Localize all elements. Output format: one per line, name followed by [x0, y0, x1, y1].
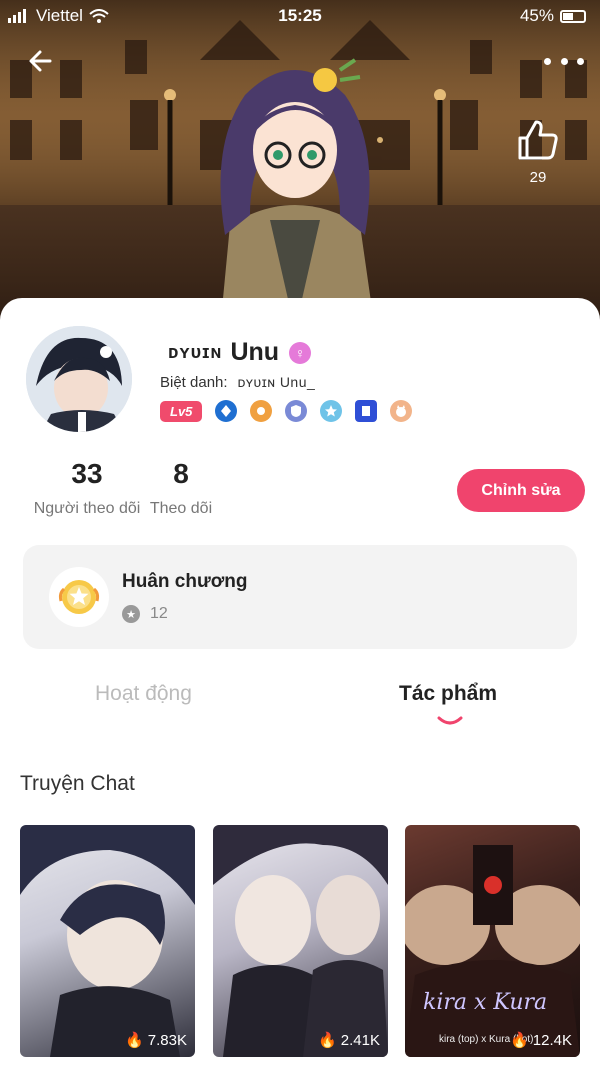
story-cover: [20, 825, 195, 1057]
star-medal-icon[interactable]: [320, 400, 343, 422]
medals-count: 12: [150, 605, 168, 622]
followers-label: Người theo dõi: [33, 500, 141, 517]
tab-activity[interactable]: Hoạt động: [95, 682, 192, 706]
cat-medal-icon[interactable]: [390, 400, 413, 422]
story-card[interactable]: 🔥 7.83K: [20, 825, 195, 1057]
nickname-label: Biệt danh:: [160, 374, 228, 391]
female-gender-icon: ♀: [289, 341, 312, 364]
star-icon: ★: [122, 605, 140, 623]
fire-icon: 🔥: [125, 1032, 144, 1049]
blue-medal-icon[interactable]: [215, 400, 238, 422]
story-cover: [405, 845, 580, 1057]
thumbs-up-icon: [518, 120, 558, 160]
followers-count: 33: [71, 458, 103, 489]
cover-image: Viettel 15:25 45% 29: [0, 0, 600, 330]
username-prefix: ᴅʏᴜɪɴ: [168, 342, 223, 362]
level-badge[interactable]: Lv5: [160, 400, 203, 422]
dot-icon: [560, 57, 568, 65]
like-button[interactable]: 29: [516, 118, 560, 188]
story-views-count: 2.41K: [340, 1031, 380, 1049]
dot-icon: [577, 57, 584, 65]
status-bar: Viettel 15:25 45%: [0, 0, 600, 32]
story-views-count: 7.83K: [147, 1031, 187, 1049]
avatar[interactable]: [26, 326, 132, 432]
avatar-image: [26, 326, 132, 432]
more-options-button[interactable]: [544, 50, 584, 72]
fire-icon: 🔥: [318, 1032, 337, 1049]
following-stat[interactable]: 8 Theo dõi: [146, 458, 216, 518]
clock: 15:25: [278, 6, 322, 25]
story-cover: [213, 825, 388, 1057]
story-views: 🔥 12.4K: [510, 1031, 572, 1050]
active-tab-indicator: [437, 716, 463, 725]
edit-profile-button[interactable]: Chỉnh sửa: [457, 469, 585, 512]
following-label: Theo dõi: [149, 500, 213, 517]
medals-count-row: ★ 12: [122, 605, 168, 623]
like-count: 29: [529, 169, 547, 186]
stories-grid: 🔥 7.83K 🔥 2.41K kira x Kura kira (top) x…: [20, 825, 580, 1057]
story-views: 🔥 7.83K: [125, 1031, 187, 1050]
badges-row: Lv5: [160, 400, 413, 422]
nickname-row: Biệt danh: ᴅʏᴜɪɴ Unu_: [160, 374, 315, 391]
follow-stats: 33 Người theo dõi 8 Theo dõi: [28, 458, 216, 518]
shield-medal-icon[interactable]: [285, 400, 308, 422]
profile-card: ᴅʏᴜɪɴ Unu ♀ Biệt danh: ᴅʏᴜɪɴ Unu_ Lv5 33: [0, 298, 600, 1067]
orange-medal-icon[interactable]: [250, 400, 273, 422]
username: Unu: [230, 338, 280, 366]
story-views-count: 12.4K: [532, 1031, 572, 1049]
story-overlay-title: kira x Kura: [423, 990, 548, 1015]
medals-title: Huân chương: [122, 571, 248, 592]
battery-icon: [560, 9, 586, 23]
battery-percent: 45%: [519, 6, 554, 25]
story-views: 🔥 2.41K: [318, 1031, 380, 1050]
medals-card[interactable]: Huân chương ★ 12: [23, 545, 577, 649]
book-medal-icon[interactable]: [355, 400, 378, 422]
fire-icon: 🔥: [510, 1032, 529, 1049]
story-card[interactable]: kira x Kura kira (top) x Kura (bot) 🔥 12…: [405, 825, 580, 1057]
following-count: 8: [173, 458, 189, 489]
followers-stat[interactable]: 33 Người theo dõi: [28, 458, 146, 518]
nickname-value: ᴅʏᴜɪɴ Unu_: [237, 374, 316, 390]
battery-status: 45%: [520, 6, 586, 26]
story-card[interactable]: 🔥 2.41K: [213, 825, 388, 1057]
tab-works[interactable]: Tác phẩm: [399, 682, 497, 706]
username-row: ᴅʏᴜɪɴ Unu ♀: [168, 338, 312, 367]
back-arrow-icon[interactable]: [26, 44, 60, 78]
avatar-character: [220, 58, 375, 330]
medal-icon: [49, 567, 109, 627]
profile-tabs: Hoạt động Tác phẩm: [0, 682, 600, 732]
dot-icon: [544, 57, 551, 65]
section-title: Truyện Chat: [20, 772, 135, 795]
